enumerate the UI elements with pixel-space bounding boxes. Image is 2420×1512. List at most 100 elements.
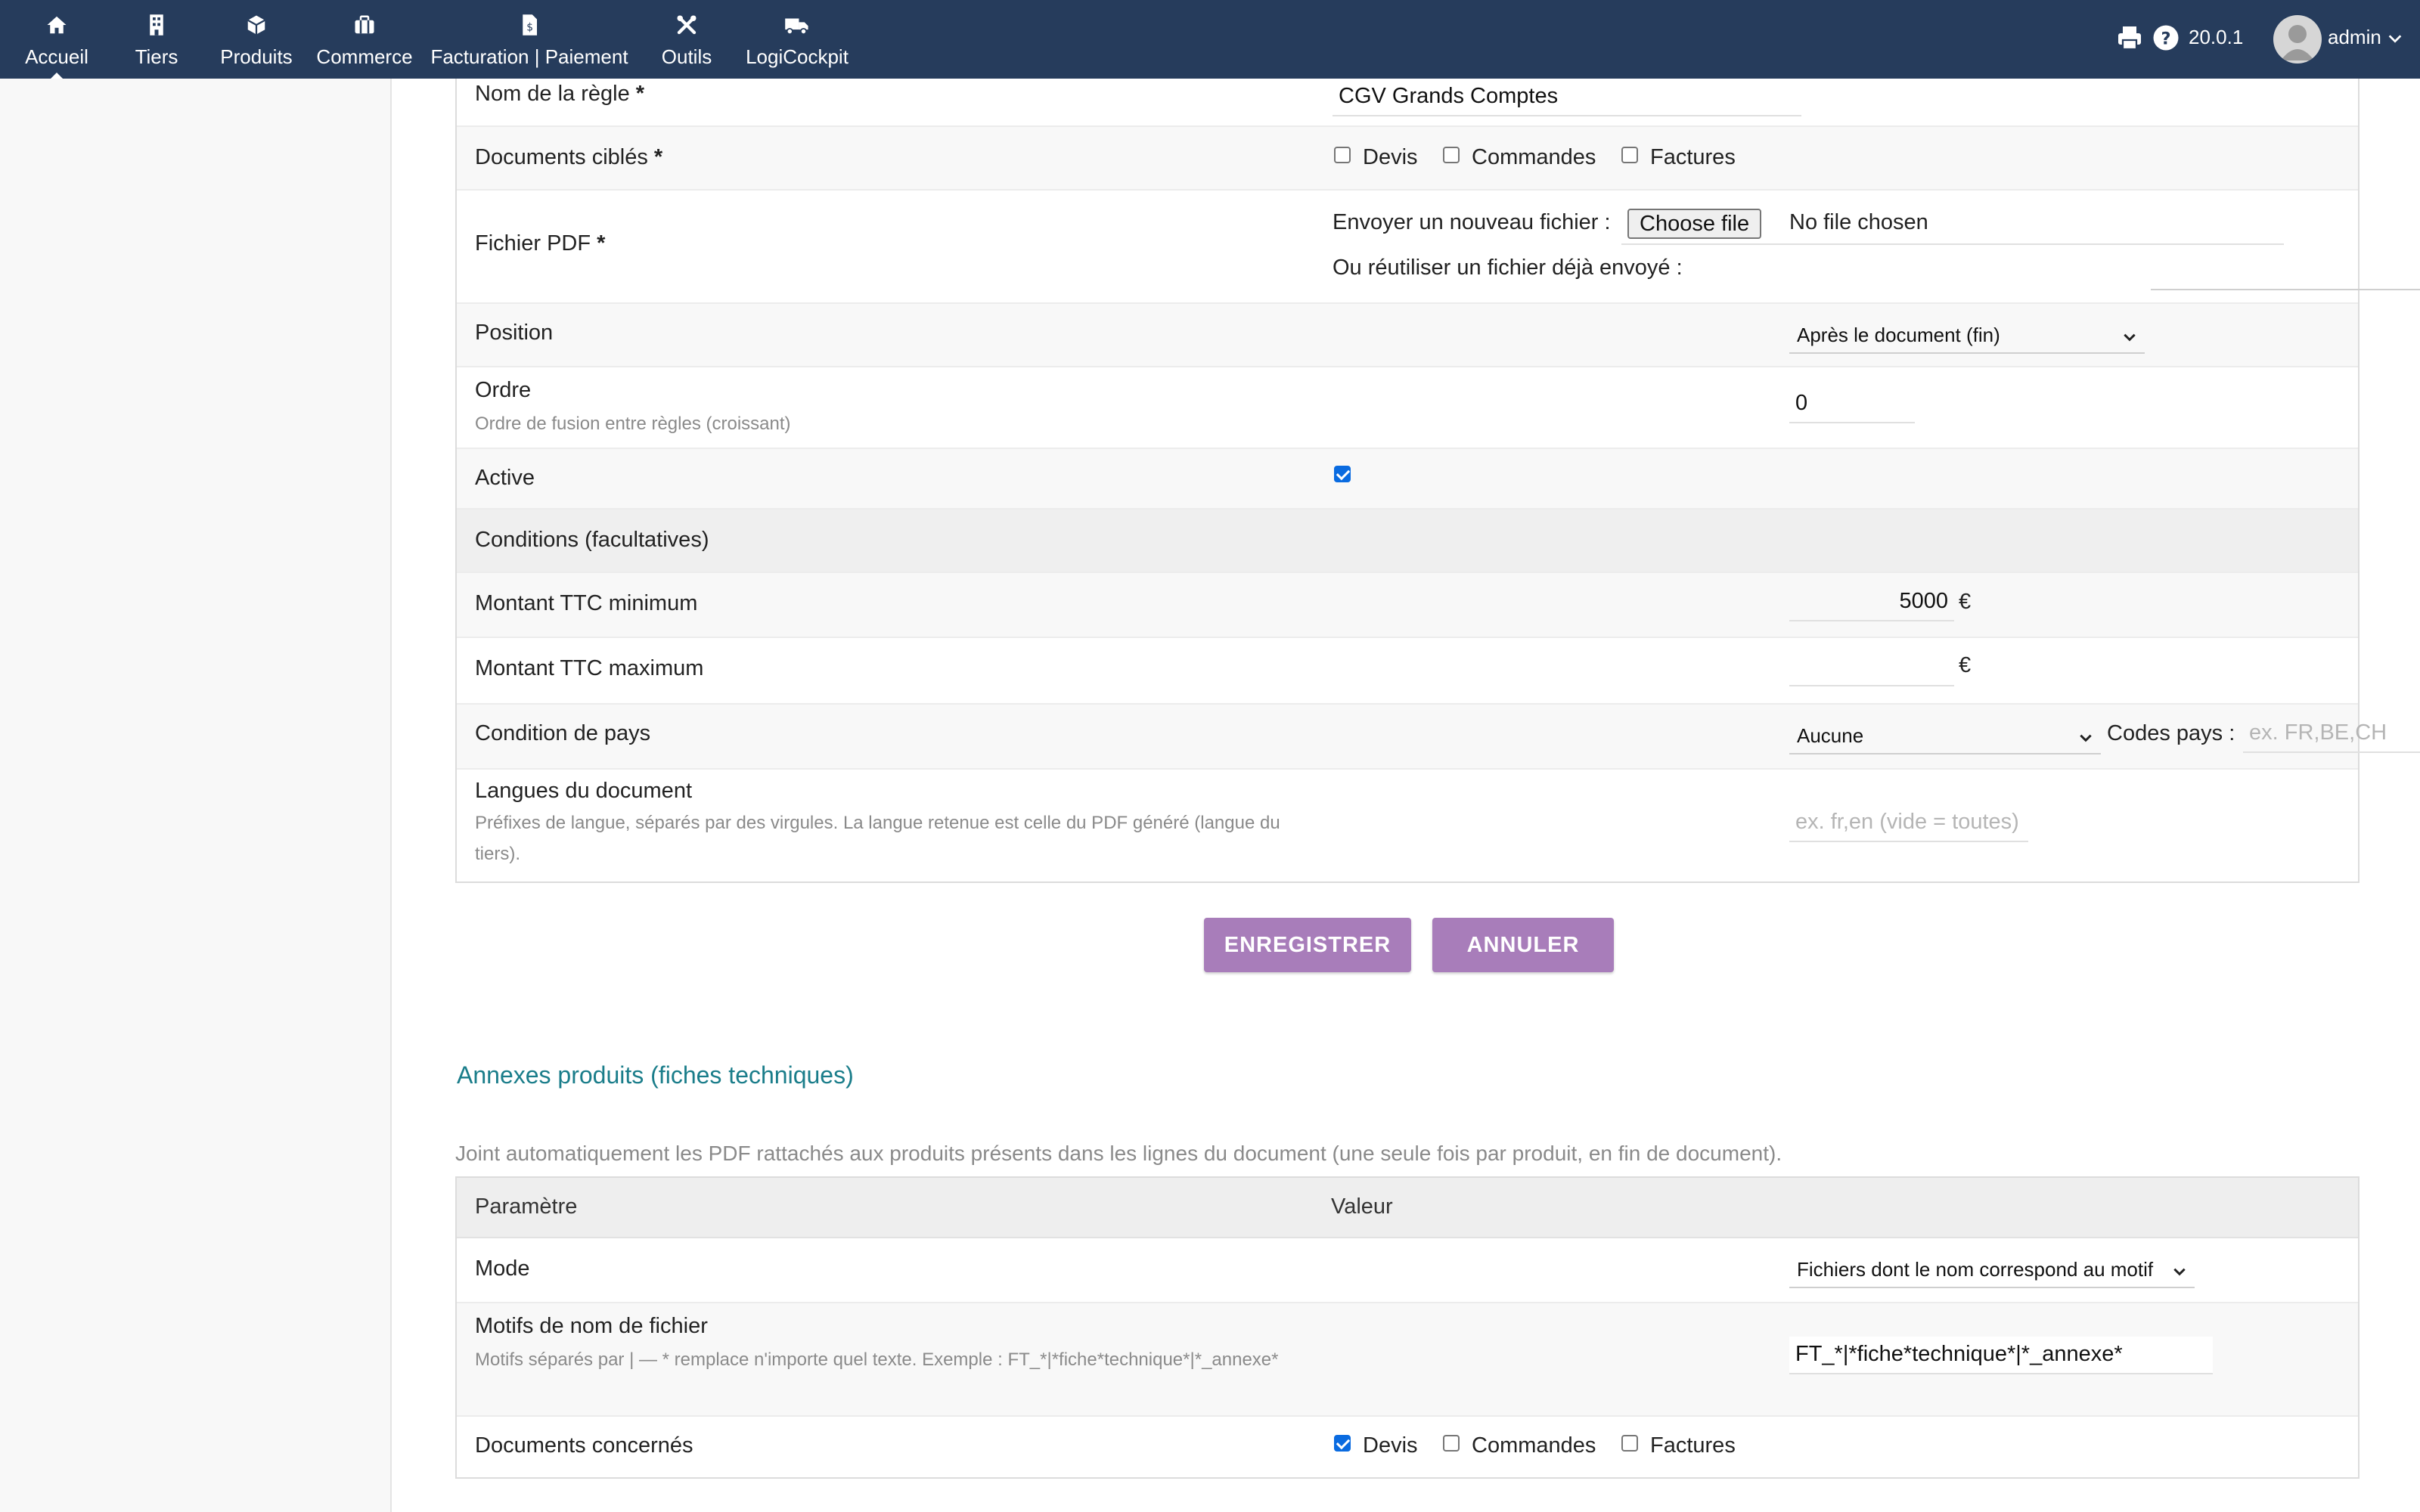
invoice-icon: $ bbox=[428, 14, 631, 39]
country-condition-select[interactable]: Aucune bbox=[1789, 715, 2101, 754]
max-amount-currency: € bbox=[1959, 653, 1972, 677]
nav-accueil[interactable]: Accueil bbox=[14, 11, 100, 80]
max-amount-label: Montant TTC maximum bbox=[475, 656, 704, 680]
position-label: Position bbox=[475, 321, 554, 345]
max-amount-input[interactable] bbox=[1789, 649, 1954, 686]
filename-patterns-hint: Motifs séparés par | — * remplace n'impo… bbox=[475, 1349, 1279, 1370]
conditions-title: Conditions (facultatives) bbox=[475, 528, 709, 552]
building-icon bbox=[121, 14, 192, 39]
pdf-file-label: Fichier PDF * bbox=[475, 231, 606, 256]
annex-checkbox-commandes-label: Commandes bbox=[1472, 1433, 1596, 1458]
position-select[interactable]: Après le document (fin) bbox=[1789, 314, 2145, 354]
choose-file-button[interactable]: Choose file bbox=[1627, 209, 1762, 239]
filename-patterns-label: Motifs de nom de fichier bbox=[475, 1314, 708, 1338]
filename-patterns-input[interactable]: FT_*|*fiche*technique*|*_annexe* bbox=[1789, 1337, 2213, 1374]
nav-label: Tiers bbox=[135, 45, 178, 68]
country-condition-label: Condition de pays bbox=[475, 721, 651, 745]
nav-commerce[interactable]: Commerce bbox=[313, 11, 416, 71]
annex-section-description: Joint automatiquement les PDF rattachés … bbox=[455, 1142, 1782, 1165]
country-codes-label: Codes pays : bbox=[2107, 721, 2235, 745]
nav-produits[interactable]: Produits bbox=[213, 11, 299, 71]
help-icon[interactable]: ? bbox=[2152, 24, 2180, 55]
checkbox-commandes[interactable] bbox=[1443, 147, 1460, 163]
conditions-section-header: Conditions (facultatives) bbox=[457, 510, 2358, 573]
row-max-amount: Montant TTC maximum € bbox=[457, 638, 2358, 705]
nav-outils[interactable]: Outils bbox=[650, 11, 723, 71]
row-order: Ordre Ordre de fusion entre règles (croi… bbox=[457, 367, 2358, 449]
annex-table-header: Paramètre Valeur bbox=[457, 1178, 2358, 1238]
reuse-label: Ou réutiliser un fichier déjà envoyé : bbox=[1333, 256, 1683, 280]
chevron-down-icon bbox=[2078, 727, 2093, 751]
nav-label: Outils bbox=[661, 45, 712, 68]
upload-label: Envoyer un nouveau fichier : bbox=[1333, 210, 1611, 234]
chevron-down-icon bbox=[2172, 1261, 2187, 1284]
languages-label: Langues du document bbox=[475, 779, 692, 803]
checkbox-devis[interactable] bbox=[1334, 147, 1351, 163]
nav-logicockpit[interactable]: LogiCockpit bbox=[738, 11, 856, 71]
truck-icon bbox=[738, 14, 856, 39]
checkbox-commandes-label: Commandes bbox=[1472, 145, 1596, 169]
no-file-text: No file chosen bbox=[1789, 210, 1928, 234]
order-input[interactable]: 0 bbox=[1789, 386, 1915, 423]
briefcase-icon bbox=[313, 14, 416, 39]
row-rule-name: Nom de la règle * CGV Grands Comptes bbox=[457, 79, 2358, 127]
order-hint: Ordre de fusion entre règles (croissant) bbox=[475, 414, 791, 434]
active-checkbox[interactable] bbox=[1334, 466, 1351, 482]
printer-icon[interactable] bbox=[2116, 24, 2143, 55]
order-label: Ordre bbox=[475, 378, 532, 402]
nav-label: Commerce bbox=[316, 45, 413, 68]
row-active: Active bbox=[457, 449, 2358, 510]
nav-facturation[interactable]: $ Facturation | Paiement bbox=[428, 11, 631, 71]
row-pdf-file: Fichier PDF * Envoyer un nouveau fichier … bbox=[457, 191, 2420, 304]
username[interactable]: admin bbox=[2328, 26, 2381, 49]
cancel-button[interactable]: ANNULER bbox=[1432, 918, 1614, 972]
version-label: 20.0.1 bbox=[2189, 26, 2244, 48]
svg-text:?: ? bbox=[2161, 29, 2170, 48]
nav-label: LogiCockpit bbox=[746, 45, 849, 68]
chevron-down-icon[interactable] bbox=[2387, 30, 2403, 51]
top-navbar: Accueil Tiers Produits Commerce $ Factur… bbox=[0, 0, 2420, 80]
target-documents-label: Documents ciblés * bbox=[475, 145, 663, 169]
row-annex-documents: Documents concernés Devis Commandes Fact… bbox=[457, 1417, 2358, 1477]
country-codes-input[interactable]: ex. FR,BE,CH bbox=[2243, 715, 2420, 753]
min-amount-input[interactable]: 5000 bbox=[1789, 584, 1954, 621]
min-amount-label: Montant TTC minimum bbox=[475, 591, 698, 615]
left-sidebar bbox=[0, 79, 392, 1512]
avatar[interactable] bbox=[2273, 15, 2322, 64]
annex-checkbox-factures-label: Factures bbox=[1650, 1433, 1736, 1458]
cube-icon bbox=[213, 14, 299, 39]
min-amount-currency: € bbox=[1959, 590, 1972, 614]
tools-icon bbox=[650, 14, 723, 39]
chevron-down-icon bbox=[2122, 327, 2137, 350]
file-input-underline bbox=[1621, 243, 2284, 245]
annex-checkbox-commandes[interactable] bbox=[1443, 1435, 1460, 1452]
row-annex-mode: Mode Fichiers dont le nom correspond au … bbox=[457, 1238, 2358, 1303]
checkbox-factures[interactable] bbox=[1621, 147, 1638, 163]
languages-hint: Préfixes de langue, séparés par des virg… bbox=[475, 813, 1280, 864]
checkbox-factures-label: Factures bbox=[1650, 145, 1736, 169]
row-filename-patterns: Motifs de nom de fichier Motifs séparés … bbox=[457, 1303, 2358, 1417]
row-document-languages: Langues du document Préfixes de langue, … bbox=[457, 770, 2358, 881]
nav-label: Accueil bbox=[25, 45, 88, 68]
column-header-parameter: Paramètre bbox=[475, 1194, 578, 1219]
row-target-documents: Documents ciblés * Devis Commandes Factur… bbox=[457, 127, 2358, 191]
rule-name-input[interactable]: CGV Grands Comptes bbox=[1333, 79, 1801, 116]
home-icon bbox=[14, 14, 100, 39]
reuse-file-select[interactable] bbox=[2151, 251, 2420, 290]
column-header-value: Valeur bbox=[1331, 1194, 1393, 1219]
row-position: Position Après le document (fin) bbox=[457, 304, 2358, 367]
row-min-amount: Montant TTC minimum 5000 € bbox=[457, 573, 2358, 638]
annex-checkbox-devis[interactable] bbox=[1334, 1435, 1351, 1452]
annex-mode-select[interactable]: Fichiers dont le nom correspond au motif bbox=[1789, 1249, 2195, 1288]
nav-tiers[interactable]: Tiers bbox=[121, 11, 192, 71]
svg-text:$: $ bbox=[526, 22, 533, 34]
annex-checkbox-devis-label: Devis bbox=[1363, 1433, 1418, 1458]
active-label: Active bbox=[475, 466, 535, 490]
nav-label: Facturation | Paiement bbox=[430, 45, 628, 68]
annex-checkbox-factures[interactable] bbox=[1621, 1435, 1638, 1452]
languages-input[interactable]: ex. fr,en (vide = toutes) bbox=[1789, 804, 2028, 842]
nav-label: Produits bbox=[220, 45, 293, 68]
annex-documents-label: Documents concernés bbox=[475, 1433, 693, 1458]
annex-mode-label: Mode bbox=[475, 1256, 530, 1281]
save-button[interactable]: ENREGISTRER bbox=[1204, 918, 1411, 972]
